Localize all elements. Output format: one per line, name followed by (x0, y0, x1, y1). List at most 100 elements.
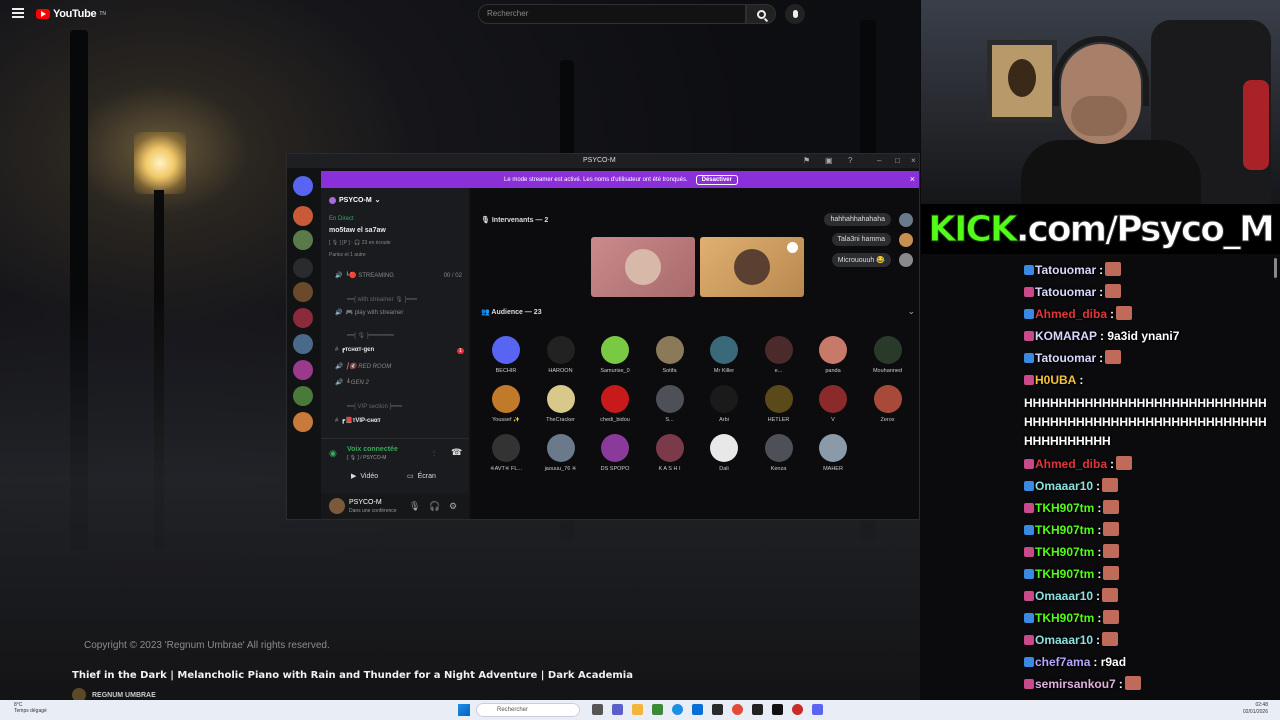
audience-member[interactable]: e... (752, 336, 806, 374)
edge-icon[interactable] (672, 704, 683, 715)
channel-streaming[interactable]: 🔊 ┗🔴 STREAMING 00 / 02 (335, 272, 462, 279)
stage-title[interactable]: mo5taw el sa7aw (329, 227, 386, 234)
category-with-streamer[interactable]: ━━[ with streamer 🎙 ]━━━ (347, 296, 417, 303)
audience-member[interactable]: chedi_bidou (588, 385, 642, 423)
maximize-button[interactable]: □ (895, 156, 900, 165)
chat-username[interactable]: Ahmed_diba (1035, 307, 1107, 321)
inbox-icon[interactable]: ⚑ (803, 156, 810, 165)
file-explorer-icon[interactable] (632, 704, 643, 715)
chat-scrollbar[interactable] (1274, 258, 1277, 278)
audience-member[interactable]: Youssef ✨ (479, 385, 533, 423)
speaker-card[interactable] (591, 237, 695, 297)
chat-username[interactable]: KOMARAP (1035, 329, 1097, 343)
category-vip[interactable]: ━━[ VIP section ]━━━ (347, 403, 402, 410)
chat-username[interactable]: Tatouomar (1035, 351, 1096, 365)
menu-icon[interactable] (12, 8, 24, 18)
chat-username[interactable]: Tatouomar (1035, 263, 1096, 277)
app-icon[interactable] (792, 704, 803, 715)
category-general[interactable]: ━━[ 🎙 ]━━━━━━━ (347, 332, 394, 339)
audience-member[interactable]: ※AVT※ FL... (479, 434, 533, 472)
video-button[interactable]: ▶ Vidéo (351, 469, 378, 483)
voice-search-button[interactable] (785, 4, 805, 24)
discord-icon[interactable] (812, 704, 823, 715)
audience-member[interactable]: Sotifa (643, 336, 697, 374)
chrome-icon[interactable] (732, 704, 743, 715)
chat-username[interactable]: Omaaar10 (1035, 479, 1093, 493)
channel-gen-2[interactable]: 🔊 ┗ GEN 2 (335, 379, 369, 386)
chat-username[interactable]: TKH907tm (1035, 567, 1094, 581)
chat-username[interactable]: TKH907tm (1035, 523, 1094, 537)
taskbar-clock[interactable]: 02:48 02/01/2026 (1243, 702, 1268, 716)
obs-icon[interactable] (772, 704, 783, 715)
chat-username[interactable]: TKH907tm (1035, 611, 1094, 625)
chat-username[interactable]: H0UBA (1035, 373, 1076, 387)
server-icon[interactable] (293, 258, 313, 278)
channel-name[interactable]: REGNUM UMBRAE (92, 692, 156, 699)
weather-widget[interactable]: 8°C Temps dégagé (14, 702, 47, 714)
search-input[interactable]: Rechercher (478, 4, 746, 24)
audience-member[interactable]: panda (806, 336, 860, 374)
server-icon[interactable] (293, 206, 313, 226)
minimize-button[interactable]: – (877, 156, 881, 165)
chat-username[interactable]: Omaaar10 (1035, 589, 1093, 603)
youtube-logo[interactable]: YouTube TN (36, 8, 106, 20)
taskbar-search[interactable]: Rechercher (476, 703, 580, 717)
server-icon[interactable] (293, 334, 313, 354)
server-icon[interactable] (293, 412, 313, 432)
audience-member[interactable]: Dali (697, 434, 751, 472)
chat-username[interactable]: Omaaar10 (1035, 633, 1093, 647)
audience-member[interactable]: Samurise_0 (588, 336, 642, 374)
channel-vip-chat[interactable]: # ┏📕тVIP-cнαт (335, 417, 381, 424)
audience-member[interactable]: HAROON (534, 336, 588, 374)
audience-member[interactable]: HETLER (752, 385, 806, 423)
disconnect-icon[interactable]: ☎ (451, 447, 462, 458)
voice-connected-label[interactable]: Voix connectée (347, 446, 398, 453)
server-header[interactable]: PSYCO-M ⌄ (329, 196, 381, 204)
chat-username[interactable]: TKH907tm (1035, 501, 1094, 515)
teams-icon[interactable] (612, 704, 623, 715)
chat-username[interactable]: TKH907tm (1035, 545, 1094, 559)
search-button[interactable] (746, 4, 776, 24)
app-icon[interactable] (712, 704, 723, 715)
chat-username[interactable]: Ahmed_diba (1035, 457, 1107, 471)
chat-username[interactable]: chef7ama (1035, 655, 1090, 669)
screen-icon[interactable]: ▣ (825, 156, 833, 165)
mute-icon[interactable]: 🎙 (409, 501, 420, 512)
disable-streamer-mode-button[interactable]: Désactiver (695, 174, 738, 185)
server-icon[interactable] (293, 282, 313, 302)
channel-red-room[interactable]: 🔊 ┃🔇 RED ROOM (335, 363, 391, 370)
close-button[interactable]: × (911, 156, 916, 165)
app-icon[interactable] (652, 704, 663, 715)
task-view-icon[interactable] (592, 704, 603, 715)
channel-tchat-gen[interactable]: # ┏тcнαт-gєn (335, 346, 374, 353)
audience-member[interactable]: Kenza (752, 434, 806, 472)
audience-member[interactable]: Zerox (861, 385, 915, 423)
start-button[interactable] (458, 704, 470, 716)
settings-gear-icon[interactable]: ⚙ (449, 501, 457, 512)
audience-member[interactable]: K A S H I (643, 434, 697, 472)
audience-member[interactable]: TheCracker (534, 385, 588, 423)
audience-member[interactable]: Mouhanned (861, 336, 915, 374)
help-icon[interactable]: ? (848, 156, 852, 165)
chevron-down-icon[interactable]: ⌄ (907, 306, 915, 317)
speaker-card[interactable] (700, 237, 804, 297)
server-icon[interactable] (293, 308, 313, 328)
server-icon[interactable] (293, 176, 313, 196)
screen-share-button[interactable]: ▭ Écran (407, 469, 436, 483)
audience-member[interactable]: MAHER (806, 434, 860, 472)
server-icon[interactable] (293, 230, 313, 250)
app-icon[interactable] (752, 704, 763, 715)
audience-member[interactable]: S... (643, 385, 697, 423)
user-name[interactable]: PSYCO-M (349, 499, 382, 506)
chat-username[interactable]: semirsankou7 (1035, 677, 1116, 691)
audience-member[interactable]: DS SPOPO (588, 434, 642, 472)
store-icon[interactable] (692, 704, 703, 715)
chat-username[interactable]: Tatouomar (1035, 285, 1096, 299)
server-icon[interactable] (293, 360, 313, 380)
server-icon[interactable] (293, 386, 313, 406)
audience-member[interactable]: V (806, 385, 860, 423)
audience-member[interactable]: BECHIR (479, 336, 533, 374)
headphones-icon[interactable]: 🎧 (429, 501, 440, 512)
audience-member[interactable]: Arbi (697, 385, 751, 423)
avatar[interactable] (329, 498, 345, 514)
